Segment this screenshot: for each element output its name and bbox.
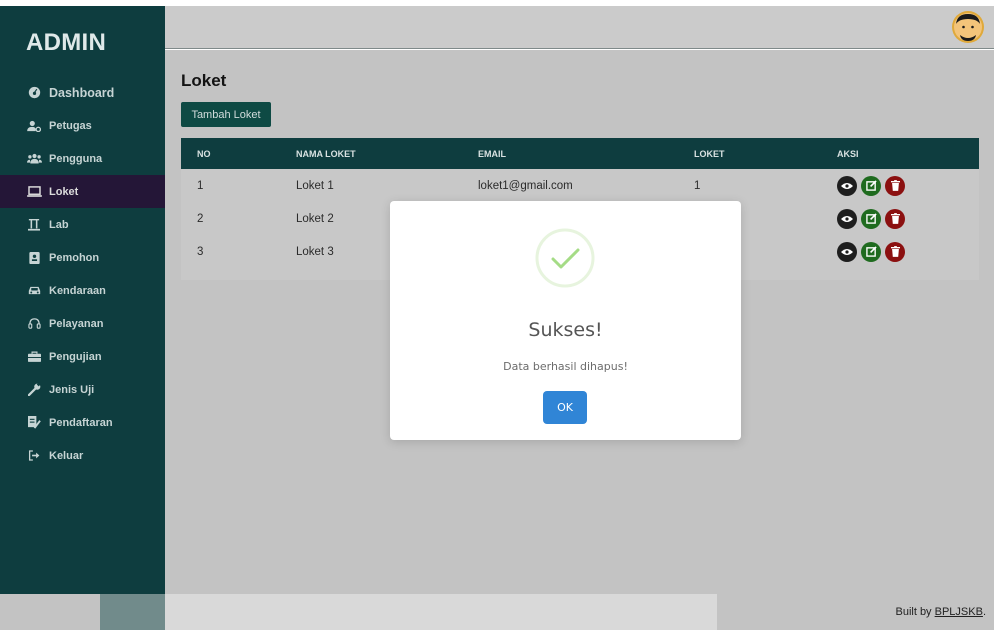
- sidebar-item-label: Pelayanan: [49, 317, 104, 330]
- column-header: EMAIL: [478, 148, 506, 159]
- add-loket-button[interactable]: Tambah Loket: [181, 102, 271, 127]
- sidebar-item-label: Pengujian: [49, 350, 102, 363]
- footer-block: [100, 594, 165, 630]
- sidebar-item-label: Dashboard: [49, 85, 115, 100]
- sidebar-item-label: Jenis Uji: [49, 383, 95, 396]
- column-header: NO: [197, 148, 211, 159]
- cell-no: 2: [197, 212, 204, 225]
- laptop-icon: [26, 186, 42, 197]
- wrench-icon: [26, 383, 42, 396]
- eye-icon[interactable]: [837, 241, 857, 262]
- column-header: NAMA LOKET: [296, 148, 356, 159]
- sidebar-item-pendaftaran[interactable]: Pendaftaran: [0, 406, 165, 439]
- edit-icon[interactable]: [861, 175, 881, 196]
- cell-actions: [821, 175, 979, 196]
- edit-icon[interactable]: [861, 241, 881, 262]
- sidebar-item-label: Pemohon: [49, 251, 100, 264]
- column-header: LOKET: [694, 148, 725, 159]
- column-header: AKSI: [837, 148, 859, 159]
- signature-icon: [26, 416, 42, 429]
- user-avatar-icon[interactable]: [951, 10, 985, 44]
- table-header: NO NAMA LOKET EMAIL LOKET AKSI: [181, 138, 979, 169]
- sidebar-item-dashboard[interactable]: Dashboard: [0, 76, 165, 109]
- page-title: Loket: [181, 71, 227, 90]
- footer-credit: Built by BPLJSKB.: [895, 606, 986, 618]
- trash-icon[interactable]: [885, 208, 905, 229]
- sidebar-item-label: Pengguna: [49, 152, 103, 165]
- cell-no: 3: [197, 245, 204, 258]
- headset-icon: [26, 317, 42, 330]
- cell-actions: [821, 241, 979, 262]
- eye-icon[interactable]: [837, 175, 857, 196]
- flask-icon: [26, 218, 42, 231]
- sidebar-item-loket[interactable]: Loket: [0, 175, 165, 208]
- sidebar-item-label: Loket: [49, 185, 79, 198]
- dashboard-icon: [26, 86, 42, 99]
- success-check-icon: [535, 228, 595, 288]
- cell-loket: 1: [694, 179, 701, 192]
- sidebar-item-jenis-uji[interactable]: Jenis Uji: [0, 373, 165, 406]
- trash-icon[interactable]: [885, 175, 905, 196]
- footer-credit-prefix: Built by: [895, 606, 935, 618]
- id-card-icon: [26, 251, 42, 264]
- sidebar-item-lab[interactable]: Lab: [0, 208, 165, 241]
- car-icon: [26, 285, 42, 296]
- footer: Built by BPLJSKB.: [0, 594, 994, 630]
- dialog-title: Sukses!: [528, 319, 603, 341]
- sidebar-item-pengguna[interactable]: Pengguna: [0, 142, 165, 175]
- users-cog-icon: [26, 120, 42, 132]
- sidebar-item-label: Lab: [49, 218, 69, 231]
- footer-credit-link[interactable]: BPLJSKB: [935, 606, 983, 618]
- users-icon: [26, 153, 42, 164]
- edit-icon[interactable]: [861, 208, 881, 229]
- sidebar-menu: Dashboard Petugas Pengguna Loket Lab Pem…: [0, 76, 165, 472]
- sidebar-item-label: Petugas: [49, 119, 92, 132]
- sidebar-item-keluar[interactable]: Keluar: [0, 439, 165, 472]
- sidebar: ADMIN Dashboard Petugas Pengguna Loket L…: [0, 6, 165, 594]
- ok-button[interactable]: OK: [543, 391, 587, 424]
- table-row: 1 Loket 1 loket1@gmail.com 1: [181, 169, 979, 202]
- sidebar-item-petugas[interactable]: Petugas: [0, 109, 165, 142]
- sign-out-icon: [26, 450, 42, 461]
- toolbox-icon: [26, 351, 42, 363]
- cell-actions: [821, 208, 979, 229]
- dialog-message: Data berhasil dihapus!: [503, 360, 628, 373]
- footer-credit-suffix: .: [982, 606, 986, 618]
- cell-no: 1: [197, 179, 204, 192]
- sidebar-item-label: Pendaftaran: [49, 416, 113, 429]
- brand-title: ADMIN: [26, 29, 107, 56]
- cell-nama: Loket 1: [296, 179, 334, 192]
- eye-icon[interactable]: [837, 208, 857, 229]
- sidebar-item-label: Keluar: [49, 449, 84, 462]
- sidebar-item-label: Kendaraan: [49, 284, 106, 297]
- footer-block: [165, 594, 717, 630]
- cell-email: loket1@gmail.com: [478, 179, 573, 192]
- sidebar-item-pemohon[interactable]: Pemohon: [0, 241, 165, 274]
- trash-icon[interactable]: [885, 241, 905, 262]
- sidebar-item-pelayanan[interactable]: Pelayanan: [0, 307, 165, 340]
- sidebar-item-kendaraan[interactable]: Kendaraan: [0, 274, 165, 307]
- sidebar-item-pengujian[interactable]: Pengujian: [0, 340, 165, 373]
- success-dialog: Sukses! Data berhasil dihapus! OK: [390, 201, 741, 440]
- top-bar: [165, 6, 994, 49]
